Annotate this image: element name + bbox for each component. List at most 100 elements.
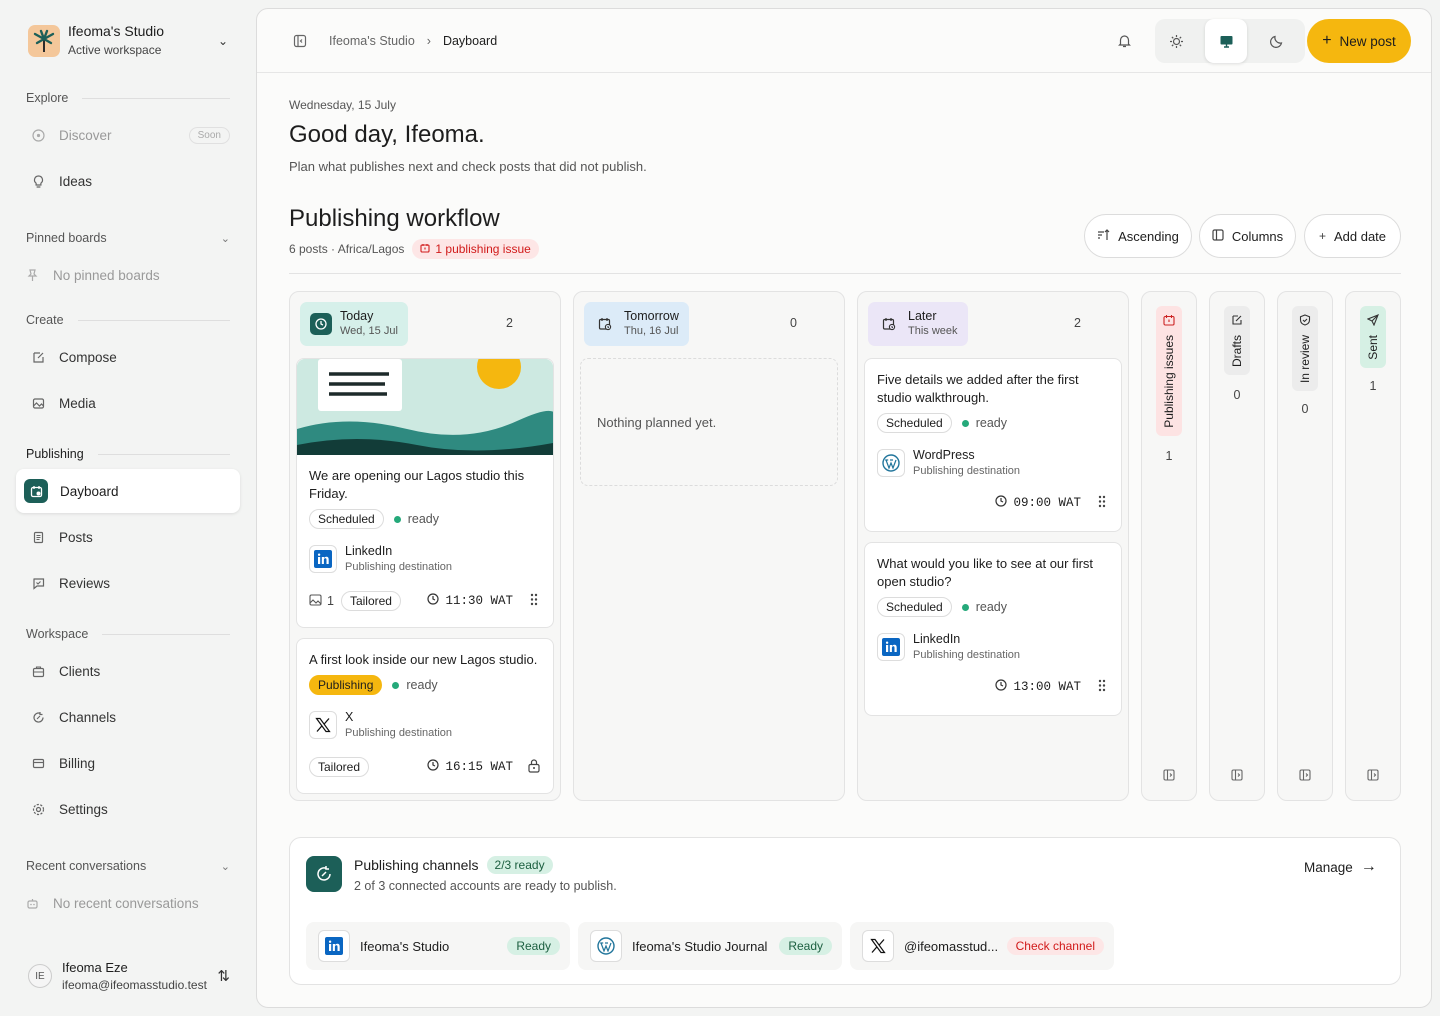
post-time: 16:15 WAT <box>427 759 513 775</box>
section-label: Recent conversations <box>26 859 147 873</box>
moon-icon[interactable] <box>1255 19 1297 63</box>
column-count: 0 <box>1233 388 1241 402</box>
monitor-icon[interactable] <box>1205 19 1247 63</box>
expand-column-icon[interactable] <box>1163 769 1175 784</box>
sort-button[interactable]: Ascending <box>1084 214 1192 258</box>
column-header-later[interactable]: Later This week <box>868 302 968 346</box>
manage-label: Manage <box>1304 859 1353 875</box>
workspace-switcher[interactable]: Ifeoma's Studio Active workspace ⌄ <box>16 14 240 68</box>
gear-icon <box>32 803 45 816</box>
breadcrumb-root[interactable]: Ifeoma's Studio <box>329 34 415 48</box>
new-post-label: New post <box>1339 33 1396 49</box>
column-label: Drafts <box>1224 306 1250 376</box>
sidebar-item-label: Media <box>59 395 96 411</box>
section-label: Pinned boards <box>26 231 107 245</box>
sidebar-item-dayboard[interactable]: Dayboard <box>16 469 240 513</box>
manage-channels-link[interactable]: Manage → <box>1304 858 1377 876</box>
sidebar-toggle-icon[interactable] <box>293 34 307 51</box>
post-status: Scheduled ready <box>309 509 439 529</box>
drag-handle-icon[interactable] <box>1095 679 1109 695</box>
column-publishing-issues[interactable]: Publishing issues 1 <box>1141 291 1197 801</box>
channel-account[interactable]: Ifeoma's Studio Journal Ready <box>578 922 842 970</box>
column-count: 1 <box>1369 379 1377 393</box>
sidebar-item-discover[interactable]: Discover Soon <box>16 113 240 157</box>
plus-icon: + <box>1318 229 1326 243</box>
column-count: 2 <box>506 316 513 330</box>
channel-account[interactable]: @ifeomasstud... Check channel <box>850 922 1114 970</box>
bell-icon[interactable] <box>1117 33 1132 51</box>
channels-description: 2 of 3 connected accounts are ready to p… <box>354 879 617 893</box>
divider <box>289 273 1401 274</box>
media-count: 1 <box>327 594 334 608</box>
section-label: Publishing <box>26 447 84 461</box>
status-badge: Check channel <box>1006 937 1104 955</box>
post-card[interactable]: What would you like to see at our first … <box>864 542 1122 716</box>
empty-label: No recent conversations <box>53 895 199 911</box>
sun-icon[interactable] <box>1155 19 1197 63</box>
post-status: Publishing ready <box>309 675 438 695</box>
destination-label: Publishing destination <box>913 465 1021 477</box>
workflow-meta-text: 6 posts · Africa/Lagos <box>289 242 405 256</box>
column-label: Sent <box>1360 306 1386 368</box>
column-sent[interactable]: Sent 1 <box>1345 291 1401 801</box>
section-recent[interactable]: Recent conversations ⌄ <box>26 859 230 873</box>
account-name: @ifeomasstud... <box>904 938 999 954</box>
sidebar-item-media[interactable]: Media <box>16 381 240 425</box>
sidebar-item-label: Billing <box>59 755 96 771</box>
expand-column-icon[interactable] <box>1367 769 1379 784</box>
column-label: Publishing issues <box>1156 306 1182 436</box>
section-workspace: Workspace <box>26 627 230 641</box>
channels-title-row: Publishing channels 2/3 ready <box>354 856 553 874</box>
column-header-today[interactable]: Today Wed, 15 Jul <box>300 302 408 346</box>
sidebar-item-compose[interactable]: Compose <box>16 335 240 379</box>
destination-label: Publishing destination <box>913 649 1021 661</box>
section-pinned[interactable]: Pinned boards ⌄ <box>26 231 230 245</box>
columns-button[interactable]: Columns <box>1199 214 1296 258</box>
post-destination: WordPress Publishing destination <box>877 447 1020 479</box>
publishing-channels-panel: Publishing channels 2/3 ready 2 of 3 conn… <box>289 837 1401 985</box>
sidebar-item-channels[interactable]: Channels <box>16 695 240 739</box>
column-count: 0 <box>790 316 797 330</box>
switch-icon[interactable]: ⇅ <box>217 967 230 985</box>
arrow-right-icon: → <box>1360 858 1377 875</box>
post-status: Scheduled ready <box>877 597 1007 617</box>
workflow-meta: 6 posts · Africa/Lagos 1 publishing issu… <box>289 239 539 259</box>
chevron-right-icon: › <box>426 34 431 48</box>
column-label: In review <box>1292 306 1318 392</box>
ready-label: ready <box>975 416 1007 430</box>
column-count: 2 <box>1074 316 1081 330</box>
theme-switcher <box>1155 19 1305 63</box>
column-in-review[interactable]: In review 0 <box>1277 291 1333 801</box>
top-bar: Ifeoma's Studio › Dayboard + New post <box>257 9 1431 73</box>
compass-icon <box>32 128 45 142</box>
column-title: Publishing issues <box>1162 335 1176 428</box>
column-header-tomorrow[interactable]: Tomorrow Thu, 16 Jul <box>584 302 689 346</box>
time-label: 13:00 WAT <box>1013 680 1081 694</box>
post-card[interactable]: We are opening our Lagos studio this Fri… <box>296 358 554 628</box>
expand-column-icon[interactable] <box>1299 769 1311 784</box>
add-date-button[interactable]: + Add date <box>1304 214 1401 258</box>
column-count: 1 <box>1165 449 1173 463</box>
new-post-button[interactable]: + New post <box>1307 19 1411 63</box>
clock-icon <box>427 593 440 609</box>
sidebar-item-posts[interactable]: Posts <box>16 515 240 559</box>
workspace-subtitle: Active workspace <box>68 43 162 57</box>
empty-column[interactable]: Nothing planned yet. <box>580 358 838 486</box>
column-drafts[interactable]: Drafts 0 <box>1209 291 1265 801</box>
sidebar-item-settings[interactable]: Settings <box>16 787 240 831</box>
post-card[interactable]: A first look inside our new Lagos studio… <box>296 638 554 794</box>
issue-badge[interactable]: 1 publishing issue <box>412 239 539 259</box>
drag-handle-icon[interactable] <box>1095 495 1109 511</box>
post-card[interactable]: Five details we added after the first st… <box>864 358 1122 532</box>
channel-account[interactable]: Ifeoma's Studio Ready <box>306 922 570 970</box>
sidebar-item-billing[interactable]: Billing <box>16 741 240 785</box>
sidebar-item-ideas[interactable]: Ideas <box>16 159 240 203</box>
user-menu[interactable]: IE Ifeoma Eze ifeoma@ifeomasstudio.test … <box>16 950 240 1002</box>
drag-handle-icon[interactable] <box>527 593 541 609</box>
breadcrumb-current: Dayboard <box>442 34 498 48</box>
tailored-badge: Tailored <box>340 591 401 611</box>
sidebar-item-reviews[interactable]: Reviews <box>16 561 240 605</box>
post-footer: 09:00 WAT <box>877 495 1109 511</box>
expand-column-icon[interactable] <box>1231 769 1243 784</box>
sidebar-item-clients[interactable]: Clients <box>16 649 240 693</box>
